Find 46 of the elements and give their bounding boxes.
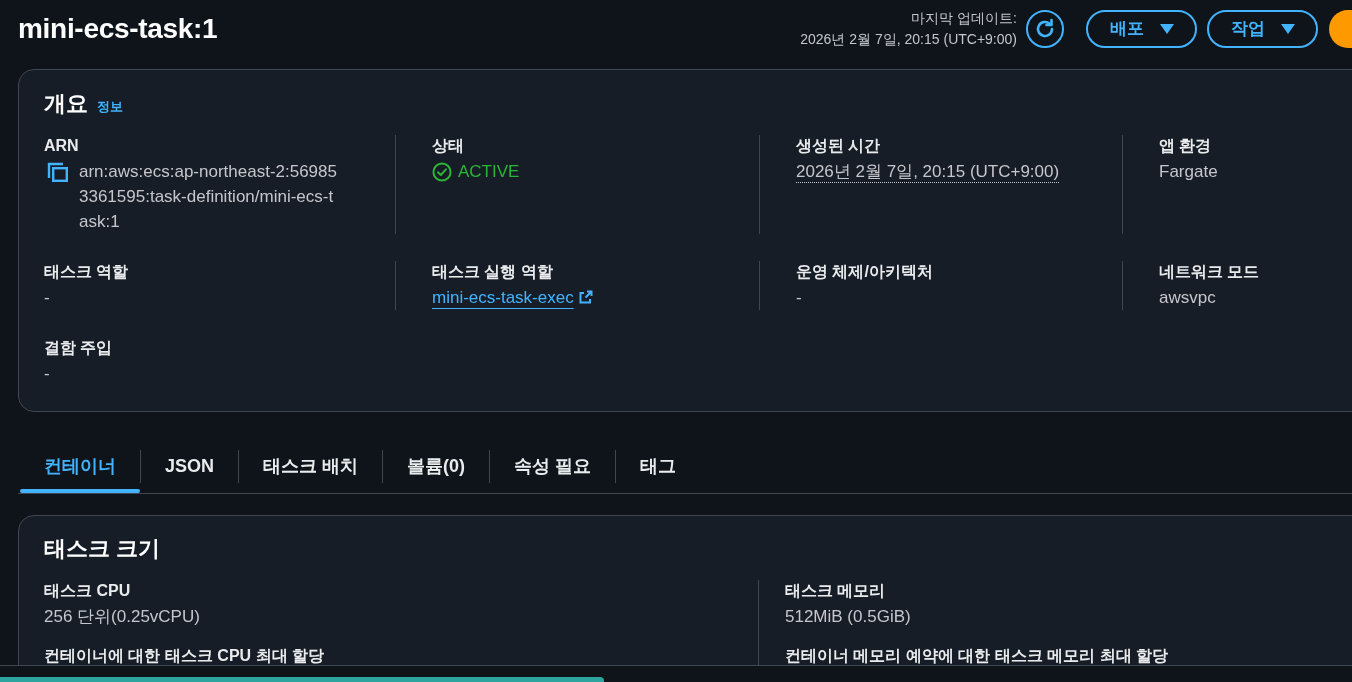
last-updated-time: 2026년 2월 7일, 20:15 (UTC+9:00) (800, 29, 1017, 49)
field-label: 결함 주입 (44, 338, 114, 358)
tab[interactable]: 속성 필요 (490, 439, 616, 493)
refresh-icon (1034, 17, 1056, 40)
field-value: - (44, 287, 51, 309)
copy-icon[interactable] (47, 162, 69, 182)
check-circle-icon (432, 161, 452, 182)
tab[interactable]: 컨테이너 (20, 439, 140, 493)
external-link-icon (578, 290, 593, 304)
field-value: - (44, 363, 51, 385)
field-label: 상태 (432, 136, 465, 156)
timestamp-text[interactable]: 2026년 2월 7일, 20:15 (UTC+9:00) (796, 162, 1060, 181)
field-label: 운영 체제/아키텍처 (796, 262, 934, 282)
caret-icon (1159, 23, 1174, 34)
field-label: 태스크 역할 (44, 262, 130, 282)
field-value: - (796, 287, 803, 309)
section-title: 개요 (44, 90, 88, 118)
section-title: 태스크 크기 (44, 535, 162, 563)
scrollbar-thumb[interactable] (0, 677, 604, 682)
role-link[interactable]: mini-ecs-task-exec (432, 288, 593, 307)
refresh-button[interactable] (1026, 9, 1064, 48)
field-value: awsvpc (1159, 287, 1217, 309)
page-title: mini-ecs-task:1 (18, 11, 219, 46)
field-label: 생성된 시간 (796, 136, 882, 156)
field-label: 태스크 CPU (44, 581, 132, 601)
dropdown-button[interactable]: 작업 (1207, 9, 1318, 48)
tab[interactable]: 볼륨(0) (383, 439, 490, 493)
field-label: 컨테이너 메모리 예약에 대한 태스크 메모리 최대 할당 (785, 646, 1170, 666)
field-label: 컨테이너에 대한 태스크 CPU 최대 할당 (44, 646, 325, 666)
field-value: 512MiB (0.5GiB) (785, 606, 912, 628)
last-updated-label: 마지막 업데이트: (911, 8, 1017, 28)
field-label: 네트워크 모드 (1159, 262, 1261, 282)
field-label: 태스크 메모리 (785, 581, 887, 601)
status-text: ACTIVE (458, 161, 520, 183)
field-label: 앱 환경 (1159, 136, 1213, 156)
field-label: ARN (44, 136, 80, 156)
field-label: 태스크 실행 역할 (432, 262, 554, 282)
arn-value: arn:aws:ecs:ap-northeast-2:569853361595:task-definition/mini-ecs-task:1 (79, 161, 338, 233)
tab[interactable]: JSON (141, 439, 239, 493)
tab[interactable]: 태그 (616, 439, 701, 493)
field-value: 256 단위(0.25vCPU) (44, 606, 201, 628)
dropdown-button[interactable]: 배포 (1086, 9, 1197, 48)
field-value: Fargate (1159, 161, 1219, 183)
caret-icon (1280, 23, 1295, 34)
tab[interactable]: 태스크 배치 (239, 439, 383, 493)
info-link[interactable]: 정보 (97, 98, 123, 116)
